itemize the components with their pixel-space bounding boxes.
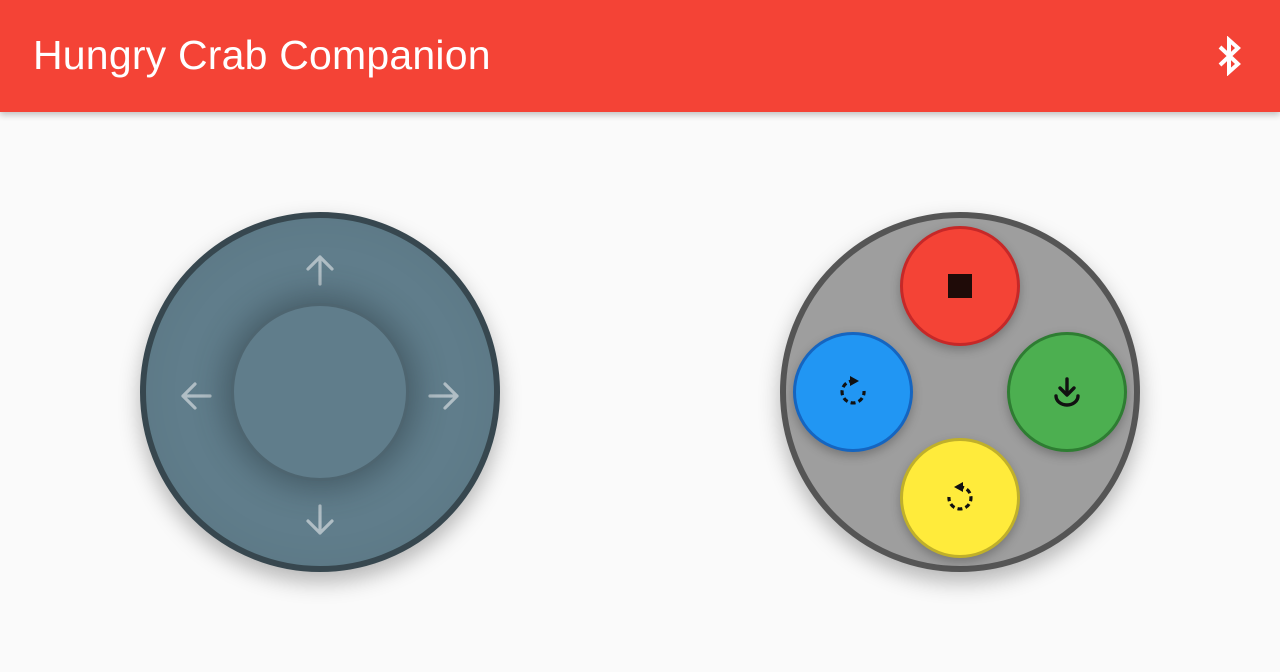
grab-button[interactable] xyxy=(1007,332,1127,452)
arrow-down-icon xyxy=(306,504,334,535)
download-icon xyxy=(1054,377,1080,407)
arrow-up-icon xyxy=(306,255,334,286)
stop-button[interactable] xyxy=(900,226,1020,346)
app-bar: Hungry Crab Companion xyxy=(0,0,1280,112)
arrow-left-icon xyxy=(181,382,212,410)
joystick-knob[interactable] xyxy=(231,303,409,481)
stop-icon xyxy=(948,274,972,298)
joystick[interactable] xyxy=(140,212,500,572)
arrow-right-icon xyxy=(428,382,459,410)
bluetooth-icon xyxy=(1218,36,1241,76)
action-pad xyxy=(780,212,1140,572)
rotate-left-button[interactable] xyxy=(900,438,1020,558)
app-title: Hungry Crab Companion xyxy=(33,32,491,78)
rotate-left-icon xyxy=(947,482,973,511)
rotate-right-icon xyxy=(840,376,866,405)
rotate-right-button[interactable] xyxy=(793,332,913,452)
bluetooth-button[interactable] xyxy=(1204,30,1256,82)
